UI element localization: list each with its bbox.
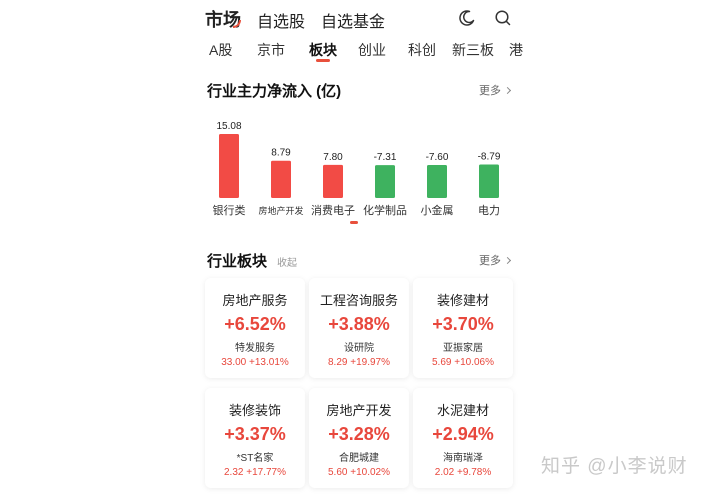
flow-more-link[interactable]: 更多: [479, 82, 512, 98]
subtab-neeq[interactable]: 新三板: [452, 40, 494, 60]
bar-3: [375, 165, 395, 198]
bar-value-label: 8.79: [271, 148, 291, 159]
sector-change: +6.52%: [224, 314, 286, 334]
subtab-a-share[interactable]: A股: [209, 40, 232, 60]
sectors-more-link[interactable]: 更多: [479, 252, 512, 268]
nav-tab-watchlist-stocks[interactable]: 自选股: [257, 8, 305, 32]
leading-stock-quote: 33.00 +13.01%: [221, 357, 289, 368]
sector-card[interactable]: 装修装饰 +3.37% *ST名家 2.32 +17.77%: [205, 388, 305, 488]
subtab-hk[interactable]: 港: [509, 40, 523, 60]
leading-stock: 设研院: [344, 343, 374, 354]
bar-category-label: 小金属: [421, 203, 454, 217]
leading-stock-quote: 5.69 +10.06%: [432, 357, 494, 368]
bar-value-label: 15.08: [216, 121, 241, 132]
bar-value-label: -8.79: [478, 152, 501, 163]
sector-card[interactable]: 房地产服务 +6.52% 特发服务 33.00 +13.01%: [205, 278, 305, 378]
nav-tab-watchlist-funds[interactable]: 自选基金: [321, 8, 385, 32]
leading-stock: 特发服务: [235, 343, 275, 354]
leading-stock: 合肥城建: [339, 453, 379, 464]
sector-name: 水泥建材: [436, 403, 489, 418]
flow-section-title: 行业主力净流入 (亿): [207, 83, 342, 100]
bar-0: [219, 134, 239, 198]
sector-change: +3.70%: [432, 314, 494, 334]
search-icon[interactable]: [493, 8, 513, 28]
bar-value-label: 7.80: [323, 152, 343, 163]
bar-category-label: 房地产开发: [258, 205, 303, 216]
leading-stock: 亚振家居: [443, 343, 483, 354]
sector-change: +3.28%: [328, 424, 390, 444]
leading-stock: 海南瑞泽: [443, 453, 483, 464]
bar-2: [323, 164, 343, 198]
sector-card[interactable]: 水泥建材 +2.94% 海南瑞泽 2.02 +9.78%: [413, 388, 513, 488]
subtab-star[interactable]: 科创: [408, 40, 436, 60]
sector-change: +3.37%: [224, 424, 286, 444]
bar-4: [427, 164, 447, 198]
leading-stock-quote: 5.60 +10.02%: [328, 467, 390, 478]
bar-category-label: 化学制品: [363, 203, 407, 217]
watermark: 知乎 @小李说财: [541, 456, 688, 477]
bar-value-label: -7.31: [374, 152, 397, 163]
chevron-right-icon: [503, 86, 512, 95]
bar-5: [479, 164, 499, 198]
sector-card[interactable]: 房地产开发 +3.28% 合肥城建 5.60 +10.02%: [309, 388, 409, 488]
subtab-beijing[interactable]: 京市: [257, 40, 285, 60]
sectors-collapse-button[interactable]: 收起: [277, 254, 297, 269]
sector-card[interactable]: 工程咨询服务 +3.88% 设研院 8.29 +19.97%: [309, 278, 409, 378]
chevron-right-icon: [503, 256, 512, 265]
market-screen: 市场 自选股 自选基金 A股 京市 板块 创业 科创 新三板 港 行业主力净流入…: [197, 0, 527, 494]
nav-tab-market[interactable]: 市场: [205, 6, 241, 32]
leading-stock: *ST名家: [236, 453, 274, 464]
market-subtabs: A股 京市 板块 创业 科创 新三板 港: [197, 40, 527, 64]
subtab-sectors[interactable]: 板块: [309, 40, 337, 60]
leading-stock-quote: 2.32 +17.77%: [224, 467, 286, 478]
sector-name: 装修装饰: [228, 403, 281, 418]
leading-stock-quote: 2.02 +9.78%: [434, 467, 492, 478]
bar-category-label: 电力: [478, 204, 500, 217]
leading-stock-quote: 8.29 +19.97%: [328, 357, 390, 368]
sector-card[interactable]: 装修建材 +3.70% 亚振家居 5.69 +10.06%: [413, 278, 513, 378]
sector-change: +2.94%: [432, 424, 494, 444]
bar-value-label: -7.60: [426, 152, 449, 163]
bar-1: [271, 160, 291, 198]
subtab-chinext[interactable]: 创业: [358, 40, 386, 60]
sector-name: 工程咨询服务: [319, 293, 398, 308]
sectors-section-title: 行业板块: [207, 253, 268, 270]
chart-scroll-indicator: [350, 221, 358, 224]
top-nav: 市场 自选股 自选基金: [197, 6, 527, 32]
sector-name: 房地产服务: [222, 293, 288, 308]
sector-name: 房地产开发: [326, 403, 392, 418]
sector-name: 装修建材: [436, 293, 489, 308]
net-inflow-bar-chart: 15.08 银行类 8.79 房地产开发 7.80 消费电子 -7.31 化学制品 -7.60 小…: [213, 121, 501, 217]
moon-icon[interactable]: [457, 8, 477, 28]
bar-category-label: 银行类: [213, 203, 246, 217]
bar-category-label: 消费电子: [311, 203, 355, 217]
sector-change: +3.88%: [328, 314, 390, 334]
subtab-active-indicator: [316, 59, 330, 62]
